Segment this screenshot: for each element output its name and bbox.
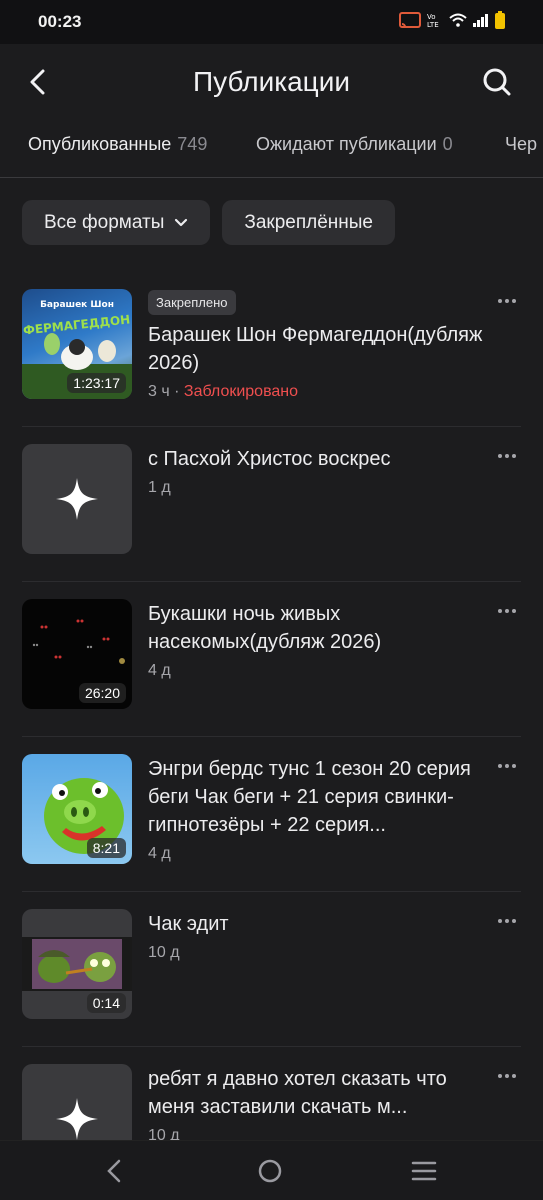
tab-label: Опубликованные — [28, 134, 172, 154]
more-horizontal-icon — [498, 454, 502, 458]
blocked-status: Заблокировано — [183, 383, 299, 400]
item-content: ребят я давно хотел сказать что меня зас… — [148, 1065, 488, 1145]
publication-item[interactable]: 0:14 Чак эдит 10 д — [0, 892, 543, 1047]
publication-item[interactable]: 8:21 Энгри бердс тунс 1 сезон 20 серия б… — [0, 737, 543, 892]
wifi-icon — [449, 13, 467, 32]
system-navigation-bar — [0, 1140, 543, 1200]
meta-separator: · — [174, 383, 184, 400]
menu-icon — [411, 1161, 437, 1181]
search-button[interactable] — [477, 62, 517, 102]
svg-text:LTE: LTE — [427, 21, 439, 28]
tab-label: Ожидают публикации — [256, 134, 437, 154]
publication-item[interactable]: Барашек Шон ФЕРМАГЕДДОН 1:23:17 Закрепле… — [0, 272, 543, 427]
item-meta: 3 ч · Заблокировано — [148, 383, 488, 401]
chevron-left-icon — [107, 1159, 121, 1183]
item-meta: 10 д — [148, 944, 488, 962]
publication-tabs: Опубликованные 749 Ожидают публикации 0 Че… — [0, 120, 543, 178]
svg-text:Vo: Vo — [427, 13, 436, 21]
video-duration: 0:14 — [86, 993, 126, 1013]
video-thumbnail[interactable]: 26:20 — [22, 599, 132, 709]
video-duration: 8:21 — [86, 838, 126, 858]
signal-icon — [473, 13, 489, 32]
item-title: Букашки ночь живых насекомых(дубляж 2026… — [148, 603, 382, 653]
item-content: Чак эдит 10 д — [148, 910, 488, 962]
app-bar: Публикации — [0, 44, 543, 120]
item-title: Энгри бердс тунс 1 сезон 20 серия беги Ч… — [148, 758, 471, 836]
search-icon — [483, 68, 511, 96]
more-options-button[interactable] — [493, 604, 521, 618]
formats-filter-button[interactable]: Все форматы — [22, 200, 211, 245]
item-age: 4 д — [148, 845, 171, 862]
system-menu-button[interactable] — [406, 1155, 442, 1187]
tab-drafts[interactable]: Чер — [505, 134, 537, 155]
formats-filter-label: Все форматы — [44, 211, 165, 233]
more-horizontal-icon — [498, 764, 502, 768]
svg-text:Барашек Шон: Барашек Шон — [40, 300, 114, 310]
more-options-button[interactable] — [493, 449, 521, 463]
pinned-badge: Закреплено — [148, 290, 236, 315]
tab-label: Чер — [505, 134, 538, 154]
item-content: с Пасхой Христос воскрес 1 д — [148, 445, 488, 497]
more-horizontal-icon — [498, 919, 502, 923]
system-back-button[interactable] — [96, 1155, 132, 1187]
pinned-filter-button[interactable]: Закреплённые — [222, 200, 395, 245]
home-circle-icon — [258, 1159, 282, 1183]
svg-text:ФЕРМАГЕДДОН: ФЕРМАГЕДДОН — [22, 312, 130, 337]
item-age: 10 д — [148, 944, 180, 961]
more-horizontal-icon — [498, 1074, 502, 1078]
status-time: 00:23 — [38, 12, 82, 31]
video-duration: 1:23:17 — [67, 373, 126, 393]
item-content: Букашки ночь живых насекомых(дубляж 2026… — [148, 600, 488, 680]
item-age: 4 д — [148, 662, 171, 679]
tab-pending[interactable]: Ожидают публикации 0 — [256, 134, 453, 155]
video-thumbnail[interactable]: 8:21 — [22, 754, 132, 864]
item-title: Чак эдит — [148, 913, 229, 935]
publication-item[interactable]: с Пасхой Христос воскрес 1 д — [0, 427, 543, 582]
more-horizontal-icon — [498, 299, 502, 303]
tab-published[interactable]: Опубликованные 749 — [28, 134, 207, 155]
item-meta: 1 д — [148, 479, 488, 497]
item-age: 1 д — [148, 479, 171, 496]
post-thumbnail[interactable] — [22, 444, 132, 554]
item-content: Энгри бердс тунс 1 сезон 20 серия беги Ч… — [148, 755, 488, 863]
sparkle-icon — [56, 478, 98, 520]
more-options-button[interactable] — [493, 914, 521, 928]
page-title: Публикации — [193, 66, 350, 97]
more-options-button[interactable] — [493, 1069, 521, 1083]
item-meta: 4 д — [148, 845, 488, 863]
item-content: Закреплено Барашек Шон Фермагеддон(дубля… — [148, 290, 488, 401]
item-meta: 4 д — [148, 662, 488, 680]
status-icons: Vo LTE — [399, 11, 505, 34]
publications-list: Барашек Шон ФЕРМАГЕДДОН 1:23:17 Закрепле… — [0, 272, 543, 1200]
filter-chips: Все форматы Закреплённые — [22, 200, 395, 245]
video-duration: 26:20 — [78, 683, 126, 703]
item-age: 3 ч — [148, 383, 170, 400]
pinned-filter-label: Закреплённые — [244, 211, 373, 233]
tab-count: 0 — [442, 134, 453, 154]
video-thumbnail[interactable]: 0:14 — [22, 909, 132, 1019]
cast-icon — [399, 12, 421, 33]
publication-item[interactable]: 26:20 Букашки ночь живых насекомых(дубля… — [0, 582, 543, 737]
item-title: с Пасхой Христос воскрес — [148, 448, 391, 470]
chevron-down-icon — [174, 218, 188, 228]
volte-icon: Vo LTE — [427, 12, 443, 33]
more-options-button[interactable] — [493, 294, 521, 308]
item-title: Барашек Шон Фермагеддон(дубляж 2026) — [148, 324, 483, 374]
sparkle-icon — [56, 1098, 98, 1140]
video-thumbnail[interactable]: Барашек Шон ФЕРМАГЕДДОН 1:23:17 — [22, 289, 132, 399]
battery-icon — [495, 11, 505, 34]
tab-count: 749 — [177, 134, 208, 154]
system-home-button[interactable] — [252, 1155, 288, 1187]
item-title: ребят я давно хотел сказать что меня зас… — [148, 1068, 447, 1118]
more-options-button[interactable] — [493, 759, 521, 773]
more-horizontal-icon — [498, 609, 502, 613]
status-bar: 00:23 Vo LTE — [0, 0, 543, 44]
